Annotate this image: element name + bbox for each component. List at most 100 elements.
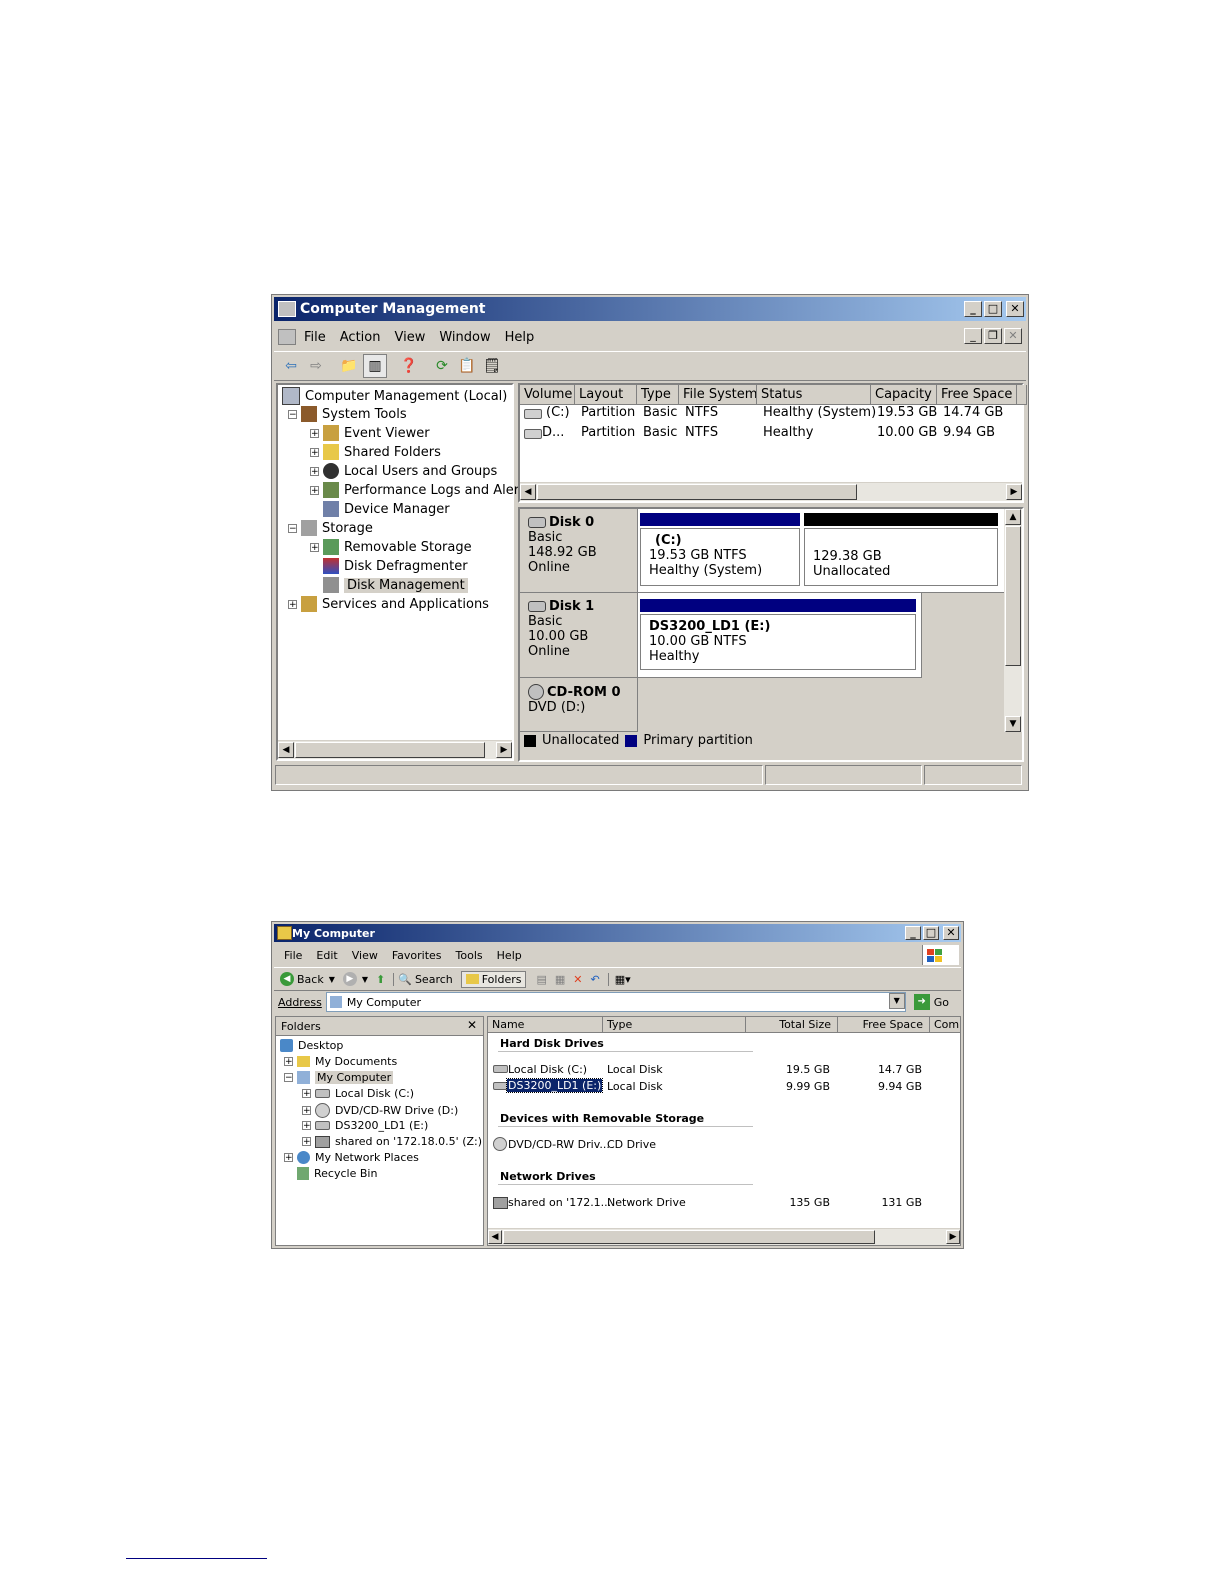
column-header-layout[interactable]: Layout <box>575 385 637 405</box>
scroll-left-icon[interactable]: ◀ <box>278 742 294 758</box>
partition-c[interactable]: (C:) 19.53 GB NTFS Healthy (System) <box>640 528 800 586</box>
folder-tree-local-disk-c[interactable]: + Local Disk (C:) <box>302 1087 414 1100</box>
scroll-thumb[interactable] <box>295 742 485 758</box>
menu-window[interactable]: Window <box>439 330 490 345</box>
up-level-icon[interactable]: 📁 <box>338 355 360 377</box>
go-button[interactable]: ➜ Go <box>913 994 949 1010</box>
tree-item-event-viewer[interactable]: + Event Viewer <box>310 425 430 441</box>
tree-item-disk-management[interactable]: Disk Management <box>323 577 468 593</box>
expand-icon[interactable]: + <box>302 1137 311 1147</box>
child-close-button[interactable]: ✕ <box>1004 328 1022 344</box>
dropdown-arrow-icon[interactable]: ▼ <box>888 993 905 1009</box>
folder-tree-my-documents[interactable]: + My Documents <box>284 1055 397 1068</box>
column-header-comments[interactable]: Comm <box>930 1017 960 1033</box>
scroll-right-icon[interactable]: ▶ <box>946 1230 960 1244</box>
minimize-button[interactable]: _ <box>905 926 921 940</box>
folder-tree-ds3200-e[interactable]: + DS3200_LD1 (E:) <box>302 1119 428 1132</box>
properties-icon[interactable]: 📋 <box>456 355 478 377</box>
close-pane-icon[interactable]: ✕ <box>467 1018 477 1032</box>
column-header-capacity[interactable]: Capacity <box>871 385 937 405</box>
cdrom-0-label[interactable]: CD-ROM 0 DVD (D:) <box>520 678 638 732</box>
volume-horizontal-scrollbar[interactable]: ◀ ▶ <box>520 482 1022 501</box>
column-header-name[interactable]: Name <box>488 1017 603 1033</box>
tree-item-shared-folders[interactable]: + Shared Folders <box>310 444 441 460</box>
tree-item-local-users[interactable]: + Local Users and Groups <box>310 463 497 479</box>
folder-tree-network-places[interactable]: + My Network Places <box>284 1151 419 1164</box>
mc-title-bar[interactable]: My Computer _ □ ✕ <box>274 924 961 942</box>
back-button[interactable]: ◀ Back ▼ <box>280 972 335 986</box>
menu-action[interactable]: Action <box>340 330 381 345</box>
menu-favorites[interactable]: Favorites <box>392 949 442 962</box>
expand-icon[interactable]: + <box>310 542 319 552</box>
partition-e[interactable]: DS3200_LD1 (E:) 10.00 GB NTFS Healthy <box>640 614 916 670</box>
folder-tree-shared-z[interactable]: + shared on '172.18.0.5' (Z:) <box>302 1135 482 1148</box>
expand-icon[interactable]: + <box>310 466 319 476</box>
menu-file[interactable]: File <box>304 330 326 345</box>
expand-icon[interactable]: + <box>302 1106 311 1116</box>
delete-icon[interactable]: ✕ <box>573 973 582 986</box>
scroll-thumb[interactable] <box>537 484 857 500</box>
move-to-icon[interactable]: ▤ <box>536 973 546 986</box>
tree-item-removable-storage[interactable]: + Removable Storage <box>310 539 472 555</box>
export-list-icon[interactable]: 🗒 <box>481 355 503 377</box>
menu-help[interactable]: Help <box>505 330 535 345</box>
views-icon[interactable]: ▦▾ <box>607 972 631 986</box>
tree-item-system-tools[interactable]: − System Tools <box>288 406 407 422</box>
minimize-button[interactable]: _ <box>964 301 982 317</box>
collapse-icon[interactable]: − <box>288 409 297 419</box>
forward-button[interactable]: ▶ ▼ <box>342 972 368 986</box>
tree-item-storage[interactable]: − Storage <box>288 520 373 536</box>
collapse-icon[interactable]: − <box>284 1073 293 1083</box>
details-horizontal-scrollbar[interactable]: ◀ ▶ <box>488 1228 960 1245</box>
expand-icon[interactable]: + <box>310 447 319 457</box>
back-arrow-icon[interactable]: ⇦ <box>280 355 302 377</box>
column-header-type[interactable]: Type <box>637 385 679 405</box>
undo-icon[interactable]: ↶ <box>591 973 600 986</box>
menu-view[interactable]: View <box>352 949 378 962</box>
column-header-free-space[interactable]: Free Space <box>937 385 1017 405</box>
tree-item-performance-logs[interactable]: + Performance Logs and Alerts <box>310 482 531 498</box>
folder-tree-my-computer[interactable]: − My Computer <box>284 1071 394 1084</box>
column-header-volume[interactable]: Volume <box>520 385 575 405</box>
menu-edit[interactable]: Edit <box>316 949 337 962</box>
address-field[interactable]: My Computer ▼ <box>325 992 906 1012</box>
disk-1-label[interactable]: Disk 1 Basic 10.00 GB Online <box>520 593 638 678</box>
help-icon[interactable]: ❓ <box>398 355 420 377</box>
expand-icon[interactable]: + <box>288 599 297 609</box>
tree-horizontal-scrollbar[interactable]: ◀ ▶ <box>278 740 512 759</box>
expand-icon[interactable]: + <box>302 1121 311 1131</box>
menu-help[interactable]: Help <box>497 949 522 962</box>
tree-item-services-applications[interactable]: + Services and Applications <box>288 596 489 612</box>
maximize-button[interactable]: □ <box>984 301 1002 317</box>
scroll-up-icon[interactable]: ▲ <box>1005 509 1021 525</box>
refresh-icon[interactable]: ⟳ <box>431 355 453 377</box>
folder-tree-dvd-d[interactable]: + DVD/CD-RW Drive (D:) <box>302 1103 458 1118</box>
column-header-file-system[interactable]: File System <box>679 385 757 405</box>
column-header-status[interactable]: Status <box>757 385 871 405</box>
maximize-button[interactable]: □ <box>923 926 939 940</box>
menu-file[interactable]: File <box>284 949 302 962</box>
menu-view[interactable]: View <box>394 330 425 345</box>
close-button[interactable]: ✕ <box>943 926 959 940</box>
show-hide-tree-icon[interactable]: ▥ <box>363 354 387 378</box>
expand-icon[interactable]: + <box>310 485 319 495</box>
child-restore-button[interactable]: ❐ <box>984 328 1002 344</box>
expand-icon[interactable]: + <box>310 428 319 438</box>
folders-button[interactable]: Folders <box>460 970 527 988</box>
expand-icon[interactable]: + <box>284 1153 293 1163</box>
column-header-free-space[interactable]: Free Space <box>838 1017 930 1033</box>
child-minimize-button[interactable]: _ <box>964 328 982 344</box>
expand-icon[interactable]: + <box>284 1057 293 1067</box>
forward-arrow-icon[interactable]: ⇨ <box>305 355 327 377</box>
tree-item-computer-management[interactable]: Computer Management (Local) <box>282 387 507 405</box>
scroll-left-icon[interactable]: ◀ <box>488 1230 502 1244</box>
folder-tree-desktop[interactable]: Desktop <box>280 1039 343 1052</box>
menu-tools[interactable]: Tools <box>456 949 483 962</box>
scroll-left-icon[interactable]: ◀ <box>520 484 536 500</box>
scroll-right-icon[interactable]: ▶ <box>1006 484 1022 500</box>
expand-icon[interactable]: + <box>302 1089 311 1099</box>
disk-0-label[interactable]: Disk 0 Basic 148.92 GB Online <box>520 509 638 593</box>
column-header-total-size[interactable]: Total Size <box>746 1017 838 1033</box>
scroll-right-icon[interactable]: ▶ <box>496 742 512 758</box>
scroll-thumb[interactable] <box>503 1230 875 1244</box>
